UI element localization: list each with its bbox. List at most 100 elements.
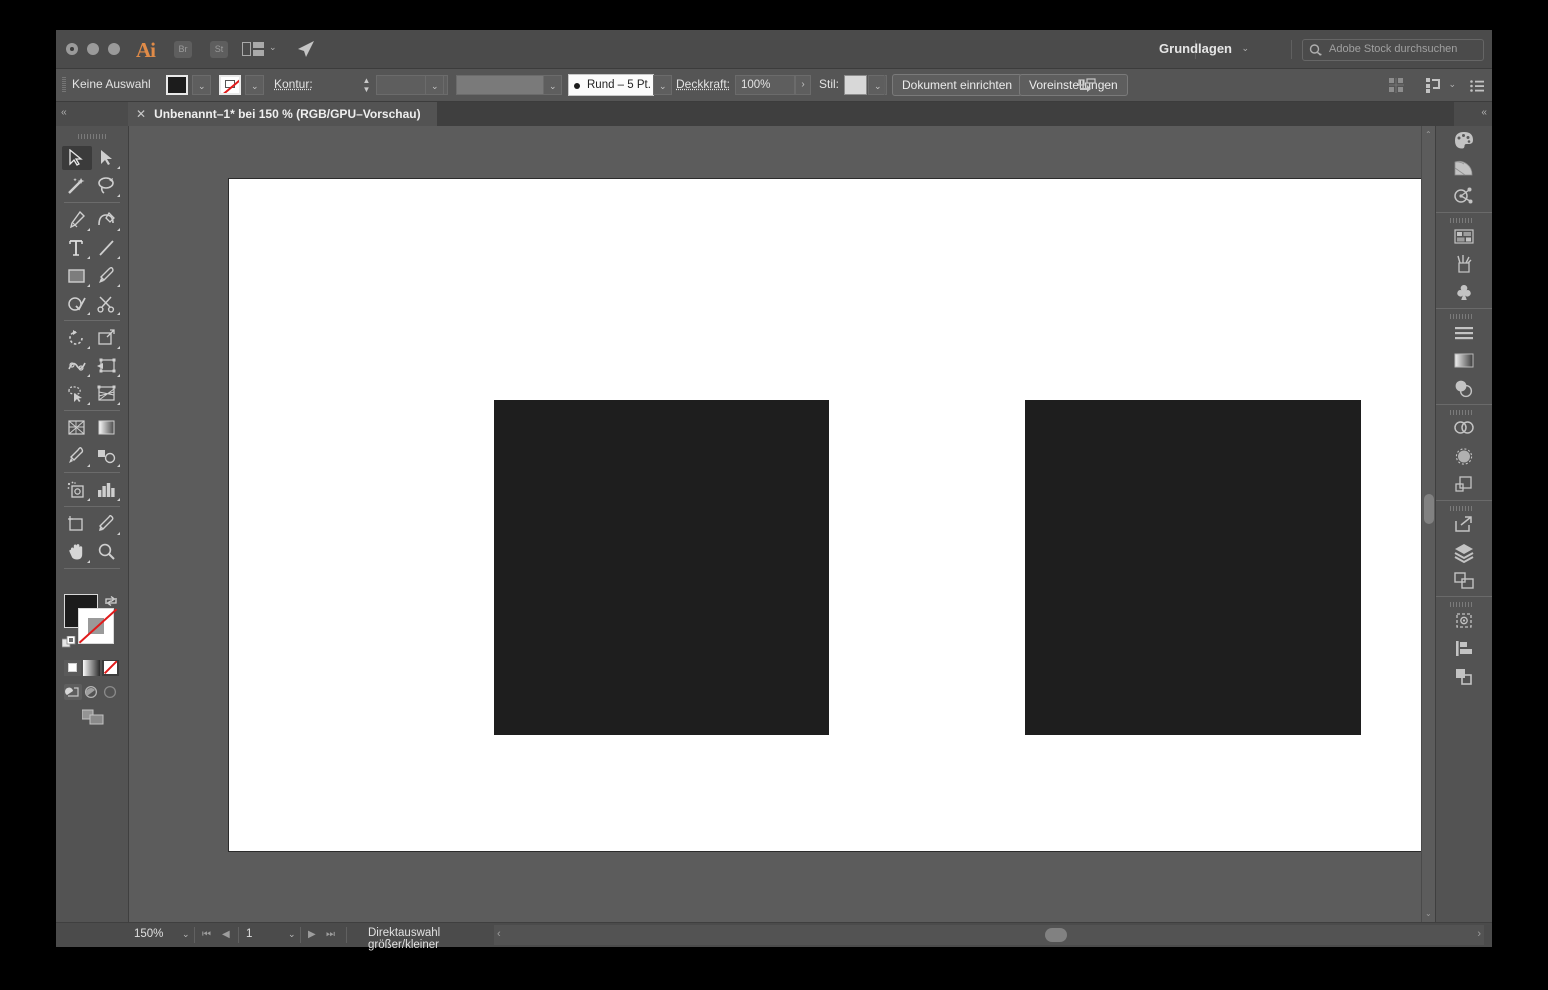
artboard[interactable]	[228, 178, 1428, 852]
line-segment-tool[interactable]	[92, 236, 122, 260]
dock-group-grip[interactable]	[1450, 218, 1472, 223]
gradient-fill-button[interactable]	[83, 660, 100, 676]
panel-collapse-button[interactable]: ‹‹	[1454, 102, 1492, 126]
drawing-mode-button[interactable]	[81, 708, 106, 726]
color-panel-icon[interactable]	[1450, 130, 1478, 152]
stroke-profile-dropdown[interactable]: ⌄	[543, 75, 562, 95]
appearance-icon[interactable]	[1450, 666, 1478, 688]
stroke-panel-icon[interactable]	[1450, 322, 1478, 344]
shape-builder-tool[interactable]	[62, 382, 92, 406]
document-tab[interactable]: ✕ Unbenannt–1* bei 150 % (RGB/GPU–Vorsch…	[128, 102, 437, 126]
perspective-grid-tool[interactable]	[92, 382, 122, 406]
close-window-button[interactable]	[66, 43, 78, 55]
asset-export-icon[interactable]	[1450, 610, 1478, 632]
magic-wand-tool[interactable]	[62, 174, 92, 198]
mesh-tool[interactable]	[62, 416, 92, 440]
scale-tool[interactable]	[92, 326, 122, 350]
rotate-tool[interactable]	[62, 326, 92, 350]
width-tool[interactable]	[62, 354, 92, 378]
chevron-down-icon[interactable]: ⌄	[1241, 43, 1249, 54]
symbol-sprayer-tool[interactable]	[62, 478, 92, 502]
tools-panel-grip[interactable]	[78, 134, 106, 139]
stock-button[interactable]: St	[210, 41, 228, 58]
next-artboard-button[interactable]: ▶	[308, 929, 316, 940]
none-fill-button[interactable]	[102, 660, 119, 676]
scroll-left-icon[interactable]: ‹	[497, 928, 501, 940]
opacity-label[interactable]: Deckkraft:	[676, 77, 730, 91]
stroke-weight-stepper[interactable]: ▲ ▼	[361, 76, 372, 94]
stroke-color-swatch[interactable]	[219, 75, 241, 95]
transparency-icon[interactable]	[1450, 378, 1478, 400]
shaper-tool[interactable]	[62, 292, 92, 316]
color-guide-icon[interactable]	[1450, 158, 1478, 180]
default-fill-stroke-icon[interactable]	[61, 635, 76, 649]
vertical-scrollbar[interactable]: ⌃ ⌄	[1421, 126, 1436, 922]
type-tool[interactable]	[62, 236, 92, 260]
curvature-tool[interactable]	[92, 208, 122, 232]
workspace-switcher[interactable]: Grundlagen	[1159, 41, 1232, 56]
opacity-input[interactable]: 100%	[735, 75, 795, 95]
stroke-profile-select[interactable]	[456, 75, 548, 95]
brush-definition-select[interactable]: Rund – 5 Pt.	[568, 74, 654, 96]
dock-group-grip[interactable]	[1450, 314, 1472, 319]
document-setup-button[interactable]: Dokument einrichten	[892, 74, 1023, 96]
stroke-swatch-dropdown[interactable]: ⌄	[245, 75, 264, 95]
stroke-color-swatch-tool[interactable]	[78, 608, 118, 644]
selection-tool[interactable]	[62, 146, 92, 170]
share-icon[interactable]	[296, 40, 316, 58]
previous-artboard-button[interactable]: ◀	[222, 929, 230, 940]
arrange-documents-icon[interactable]	[242, 42, 264, 56]
rectangle-left[interactable]	[494, 400, 829, 735]
zoom-level-input[interactable]: 150%	[128, 925, 180, 945]
toolbar-collapse-button[interactable]: ‹‹	[56, 102, 128, 126]
zoom-tool[interactable]	[92, 540, 122, 564]
dock-group-grip[interactable]	[1450, 410, 1472, 415]
stroke-weight-dropdown[interactable]: ⌄	[425, 75, 444, 95]
gradient-tool[interactable]	[92, 416, 122, 440]
rectangle-right[interactable]	[1025, 400, 1361, 735]
zoom-level-dropdown[interactable]: ⌄	[182, 929, 190, 940]
vertical-scrollbar-thumb[interactable]	[1424, 494, 1434, 524]
eyedropper-tool[interactable]	[62, 444, 92, 468]
pathfinder-icon[interactable]	[1450, 418, 1478, 440]
export-icon[interactable]	[1450, 514, 1478, 536]
blend-tool[interactable]	[92, 444, 122, 468]
rectangle-tool[interactable]	[62, 264, 92, 288]
stock-search-input[interactable]: Adobe Stock durchsuchen	[1302, 39, 1484, 61]
dock-group-grip[interactable]	[1450, 602, 1472, 607]
free-transform-tool[interactable]	[92, 354, 122, 378]
graphic-style-swatch[interactable]	[844, 75, 867, 95]
preferences-button[interactable]: Voreinstellungen	[1019, 74, 1128, 96]
transform-icon[interactable]	[1450, 446, 1478, 468]
gradient-icon[interactable]	[1450, 350, 1478, 372]
grid-layout-icon[interactable]	[1388, 77, 1405, 94]
chevron-down-icon[interactable]: ⌄	[269, 42, 277, 53]
swatches-icon[interactable]	[1450, 226, 1478, 248]
layers-icon[interactable]	[1450, 542, 1478, 564]
chevron-down-icon[interactable]: ⌄	[1102, 79, 1110, 90]
color-themes-icon[interactable]	[1450, 186, 1478, 208]
symbols-icon[interactable]	[1450, 282, 1478, 304]
scissors-tool[interactable]	[92, 292, 122, 316]
dock-group-grip[interactable]	[1450, 506, 1472, 511]
hand-tool[interactable]	[62, 540, 92, 564]
minimize-window-button[interactable]	[87, 43, 99, 55]
align-icon[interactable]	[1078, 78, 1098, 93]
brush-definition-dropdown[interactable]: ⌄	[653, 75, 672, 95]
artboard-number-input[interactable]: 1	[240, 925, 290, 945]
close-icon[interactable]: ✕	[136, 107, 146, 121]
pen-tool[interactable]	[62, 208, 92, 232]
artboard-tool[interactable]	[62, 512, 92, 536]
canvas-area[interactable]: ⌃ ⌄	[129, 126, 1436, 922]
scroll-down-icon[interactable]: ⌄	[1425, 909, 1432, 918]
artboards-icon[interactable]	[1450, 570, 1478, 592]
paintbrush-tool[interactable]	[92, 264, 122, 288]
horizontal-scrollbar[interactable]: ‹ ›	[494, 925, 1484, 945]
first-artboard-button[interactable]: ⏮	[202, 929, 211, 940]
links-icon[interactable]	[1450, 638, 1478, 660]
normal-screen-mode-button[interactable]	[64, 684, 82, 700]
fill-swatch-dropdown[interactable]: ⌄	[192, 75, 211, 95]
align-panel-icon[interactable]	[1450, 474, 1478, 496]
lasso-tool[interactable]	[92, 174, 122, 198]
last-artboard-button[interactable]: ⏭	[326, 929, 335, 940]
